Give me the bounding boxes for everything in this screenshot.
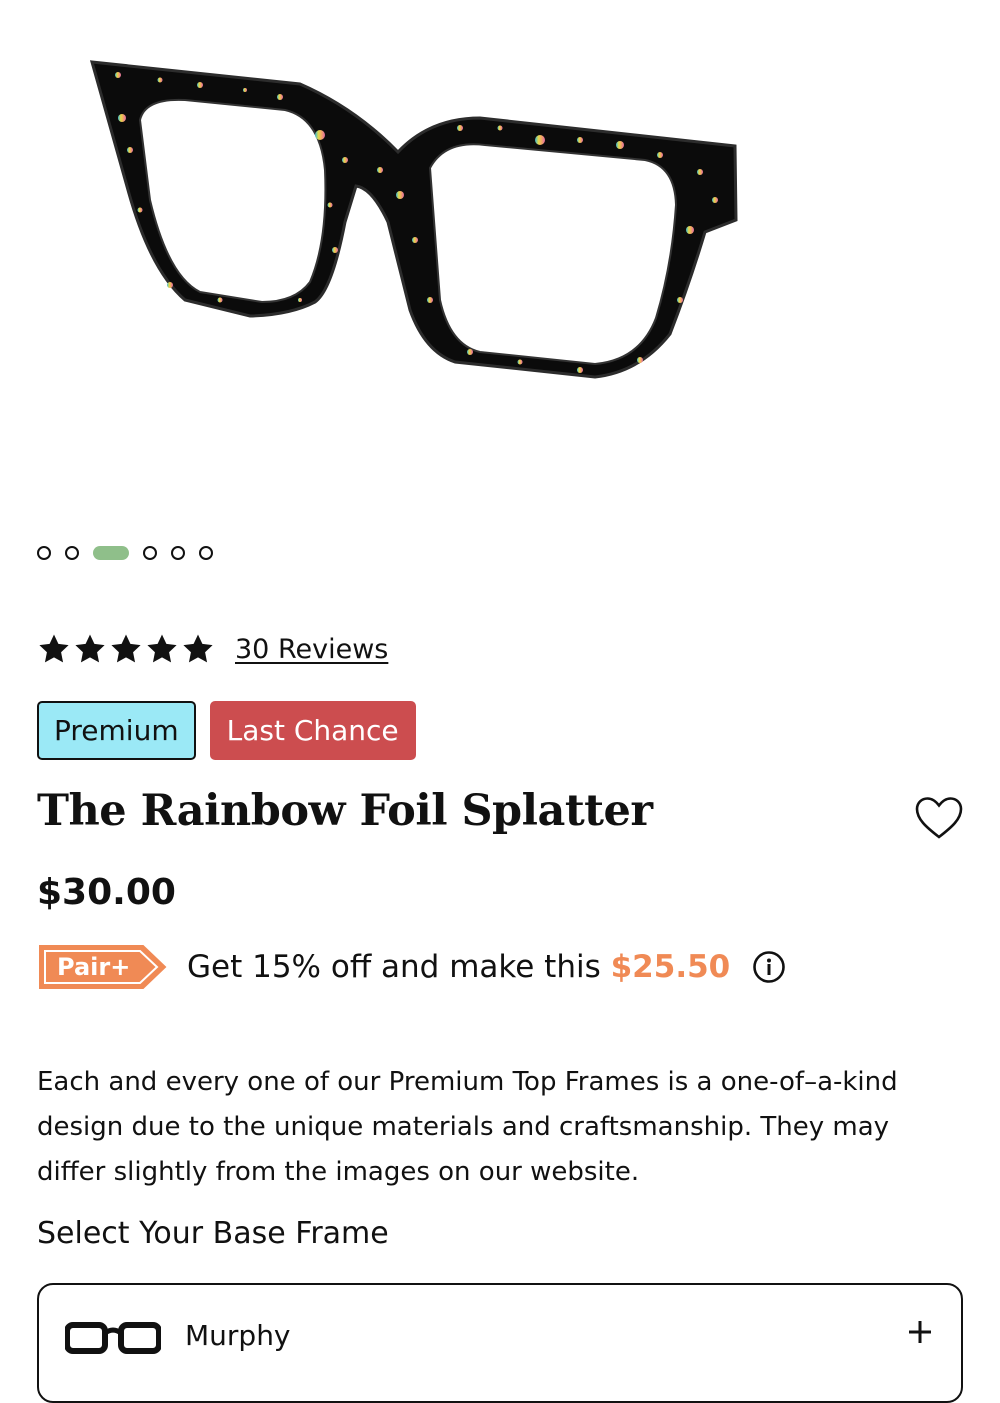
reviews-link[interactable]: 30 Reviews bbox=[235, 634, 388, 665]
promo-text: Get 15% off and make this $25.50 bbox=[187, 949, 730, 985]
pair-plus-promo[interactable]: Pair+ Get 15% off and make this $25.50 bbox=[37, 943, 786, 991]
premium-badge: Premium bbox=[37, 701, 196, 760]
carousel-dots[interactable] bbox=[37, 544, 213, 562]
star-icon bbox=[39, 634, 69, 663]
base-frame-name: Murphy bbox=[185, 1319, 291, 1352]
pair-plus-tag: Pair+ bbox=[37, 943, 169, 991]
rating-row: 30 Reviews bbox=[37, 632, 388, 666]
carousel-dot[interactable] bbox=[199, 546, 213, 560]
pair-plus-label: Pair+ bbox=[57, 953, 131, 981]
badge-row: Premium Last Chance bbox=[37, 701, 416, 760]
promo-text-body: Get 15% off and make this bbox=[187, 949, 611, 985]
product-title: The Rainbow Foil Splatter bbox=[37, 786, 653, 836]
glasses-frame-image bbox=[89, 60, 738, 379]
last-chance-badge: Last Chance bbox=[209, 701, 416, 760]
glasses-icon bbox=[65, 1322, 161, 1354]
product-image[interactable] bbox=[0, 0, 1000, 500]
product-price: $30.00 bbox=[37, 872, 176, 913]
carousel-dot-active[interactable] bbox=[93, 546, 129, 560]
star-rating bbox=[37, 632, 215, 666]
info-icon[interactable] bbox=[752, 950, 786, 984]
carousel-dot[interactable] bbox=[143, 546, 157, 560]
star-icon bbox=[75, 634, 105, 663]
star-icon bbox=[111, 634, 141, 663]
star-icon bbox=[183, 634, 213, 663]
star-icon bbox=[147, 634, 177, 663]
heart-icon[interactable] bbox=[914, 796, 964, 840]
carousel-dot[interactable] bbox=[171, 546, 185, 560]
product-description: Each and every one of our Premium Top Fr… bbox=[37, 1067, 898, 1187]
carousel-dot[interactable] bbox=[37, 546, 51, 560]
discount-price: $25.50 bbox=[610, 949, 731, 985]
select-base-frame-heading: Select Your Base Frame bbox=[37, 1216, 389, 1251]
carousel-dot[interactable] bbox=[65, 546, 79, 560]
base-frame-option[interactable]: Murphy bbox=[37, 1283, 963, 1403]
plus-icon[interactable] bbox=[907, 1319, 933, 1345]
